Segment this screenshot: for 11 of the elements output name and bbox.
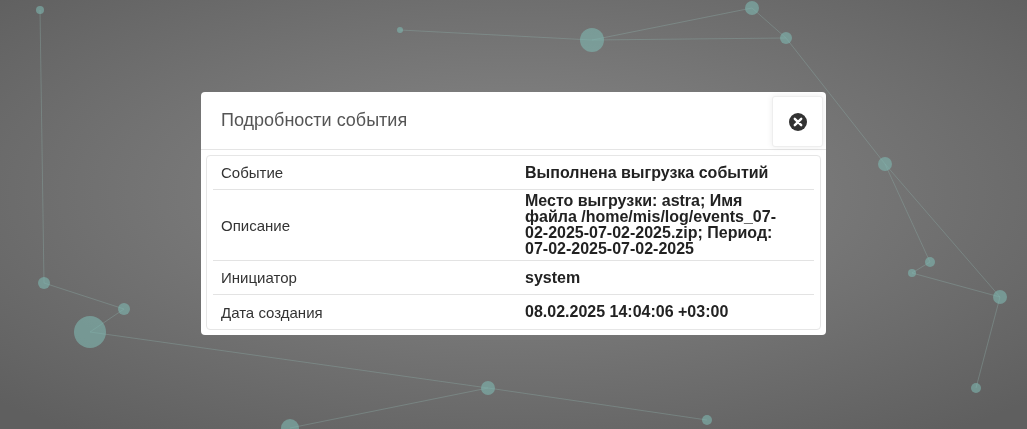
field-value: system: [525, 269, 582, 286]
field-label: Событие: [220, 164, 285, 181]
field-label: Дата создания: [220, 303, 324, 321]
dialog-title: Подробности события: [221, 110, 408, 131]
field-label: Инициатор: [220, 269, 298, 286]
close-button[interactable]: [772, 96, 823, 147]
field-value: Выполнена выгрузка событий: [525, 164, 770, 181]
close-icon: [788, 112, 807, 131]
field-value: Место выгрузки: astra; Имя файла /home/mis/log/events_07-02-2025-07-02-2025.zip; Период: 07-02-2025-07-02-2025: [525, 193, 777, 257]
field-label: Описание: [220, 216, 292, 234]
field-value: 08.02.2025 14:04:06 +03:00: [525, 304, 730, 320]
